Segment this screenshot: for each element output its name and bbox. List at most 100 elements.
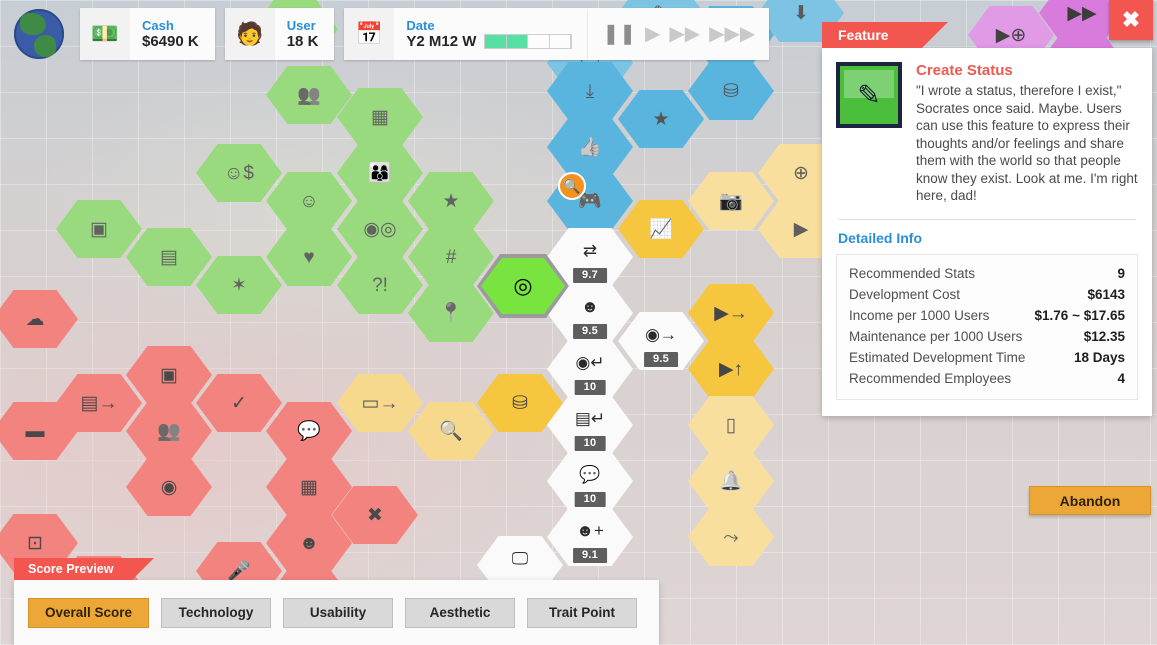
hex-glyph-icon: 💬	[297, 420, 321, 442]
hex-glyph-icon: ◎	[513, 273, 533, 298]
magnifier-badge-icon[interactable]: 🔍	[558, 172, 586, 200]
hex-score-badge: 10	[574, 492, 606, 507]
hex-glyph-icon: ◉	[160, 476, 178, 498]
detailed-info-title: Detailed Info	[838, 229, 923, 246]
hex-glyph-icon: ▶→	[714, 302, 748, 324]
hex-glyph-icon: 👍	[578, 136, 602, 158]
hex-glyph-icon: ⤳	[723, 526, 739, 548]
date-value-row: Y2 M12 W	[406, 32, 573, 51]
detail-key: Maintenance per 1000 Users	[849, 328, 1023, 344]
date-panel[interactable]: 📅 Date Y2 M12 W	[344, 8, 589, 60]
user-value: 18 K	[286, 32, 319, 50]
detail-value: $1.76 ~ $17.65	[1034, 307, 1125, 323]
detail-key: Income per 1000 Users	[849, 307, 990, 323]
detail-row: Recommended Stats 9	[849, 263, 1125, 284]
detail-key: Recommended Stats	[849, 265, 976, 281]
detail-key: Recommended Employees	[849, 370, 1012, 386]
hex-glyph-icon: ☻	[299, 532, 319, 554]
hex-glyph-icon: ☻	[581, 296, 599, 316]
money-icon: 💵	[80, 8, 130, 60]
hex-score-badge: 10	[574, 380, 606, 395]
hex-glyph-icon: ▦	[300, 476, 318, 498]
hex-glyph-icon: ☺	[299, 190, 319, 212]
score-tab-overall-score[interactable]: Overall Score	[28, 597, 150, 628]
hex-glyph-icon: ✶	[231, 274, 247, 296]
hex-glyph-icon: ▯	[725, 414, 737, 436]
hex-glyph-icon: 🔍	[439, 420, 463, 442]
detail-key: Development Cost	[849, 286, 961, 302]
pause-button[interactable]: ❚❚	[602, 24, 636, 44]
create-status-icon: ✎	[836, 62, 902, 128]
score-tab-technology[interactable]: Technology	[161, 597, 272, 628]
detail-value: $12.35	[1083, 328, 1125, 344]
detail-value: 18 Days	[1073, 349, 1125, 365]
play-speed-1-button[interactable]: ▶	[645, 24, 660, 44]
hex-glyph-icon: ★	[652, 108, 670, 130]
hex-glyph-icon: 📈	[649, 218, 673, 240]
hex-glyph-icon: #	[445, 246, 457, 268]
score-tab-aesthetic[interactable]: Aesthetic	[405, 597, 516, 628]
detail-row: Maintenance per 1000 Users $12.35	[849, 326, 1125, 347]
top-hud: 💵 Cash $6490 K 🧑 User 18 K 📅 Date Y2 M12…	[0, 5, 770, 63]
hex-glyph-icon: ☺$	[224, 162, 254, 184]
hex-glyph-icon: 📷	[719, 190, 743, 212]
hex-glyph-icon: ▤↵	[574, 408, 606, 428]
hex-glyph-icon: ⬇	[793, 2, 809, 24]
hex-glyph-icon: 📍	[439, 302, 463, 324]
detail-value: 4	[1117, 370, 1125, 386]
week-progress-bar	[484, 34, 573, 49]
hex-glyph-icon: ⇄	[582, 240, 598, 260]
hex-glyph-icon: ☁	[25, 308, 45, 330]
hex-glyph-icon: ✖	[367, 504, 383, 526]
hex-score-badge: 9.7	[573, 268, 607, 283]
detailed-info-table: Recommended Stats 9 Development Cost $6143 I…	[836, 253, 1138, 400]
detail-value: $6143	[1087, 286, 1125, 302]
user-avatar-icon: 🧑	[224, 8, 275, 60]
detail-row: Estimated Development Time 18 Days	[849, 347, 1125, 368]
score-preview-header: Score Preview	[14, 558, 154, 580]
detail-row: Income per 1000 Users $1.76 ~ $17.65	[849, 305, 1125, 326]
detail-row: Recommended Employees 4	[849, 368, 1125, 389]
hex-glyph-icon: ⊕	[793, 162, 809, 184]
hex-glyph-icon: ▭→	[361, 392, 399, 414]
hex-glyph-icon: ⛁	[512, 392, 528, 414]
date-label: Date	[406, 17, 435, 33]
globe-icon[interactable]	[10, 5, 68, 63]
hex-glyph-icon: ▶	[793, 218, 809, 240]
hex-glyph-icon: ◉◎	[363, 218, 397, 240]
hex-glyph-icon: ▶↑	[718, 358, 744, 380]
hex-score-badge: 9.5	[573, 324, 607, 339]
detail-value: 9	[1117, 265, 1125, 281]
hex-glyph-icon: ♥	[303, 246, 315, 268]
play-speed-2-button[interactable]: ▶▶	[669, 24, 700, 44]
cash-label: Cash	[142, 17, 174, 33]
hex-glyph-icon: ▬	[25, 420, 45, 442]
abandon-button[interactable]: Abandon	[1029, 486, 1151, 515]
score-tab-trait-point[interactable]: Trait Point	[527, 597, 638, 628]
hex-glyph-icon: ▤	[160, 246, 178, 268]
hex-glyph-icon: 👥	[297, 84, 321, 106]
feature-description: "I wrote a status, therefore I exist," S…	[916, 83, 1138, 203]
speed-controls: ❚❚ ▶ ▶▶ ▶▶▶	[588, 8, 770, 60]
score-preview-panel: Score Preview Overall Score Technology Usa…	[14, 558, 659, 645]
hex-glyph-icon: ⤓	[585, 80, 595, 102]
detail-row: Development Cost $6143	[849, 284, 1125, 305]
hex-glyph-icon: ▤→	[80, 392, 118, 414]
close-icon[interactable]: ✖	[1109, 0, 1153, 40]
date-value: Y2 M12 W	[406, 32, 477, 50]
hex-score-badge: 9.5	[644, 352, 678, 367]
hex-score-badge: 10	[574, 436, 606, 451]
hex-glyph-icon: ✓	[231, 392, 247, 414]
user-panel[interactable]: 🧑 User 18 K	[224, 8, 335, 60]
hex-glyph-icon: ◉→	[645, 324, 677, 344]
cash-panel[interactable]: 💵 Cash $6490 K	[80, 8, 215, 60]
hex-glyph-icon: ?!	[372, 274, 388, 296]
score-tab-usability[interactable]: Usability	[283, 597, 394, 628]
feature-title: Create Status	[916, 62, 1013, 79]
selected-hex-inner: ◎	[481, 258, 565, 314]
feature-panel: Feature ✎ Create Status "I wrote a statu…	[822, 22, 1152, 416]
progress-segment	[506, 35, 529, 48]
hex-glyph-icon: ▦	[371, 106, 389, 128]
play-speed-3-button[interactable]: ▶▶▶	[709, 24, 755, 44]
hex-glyph-icon: ⊡	[27, 532, 43, 554]
